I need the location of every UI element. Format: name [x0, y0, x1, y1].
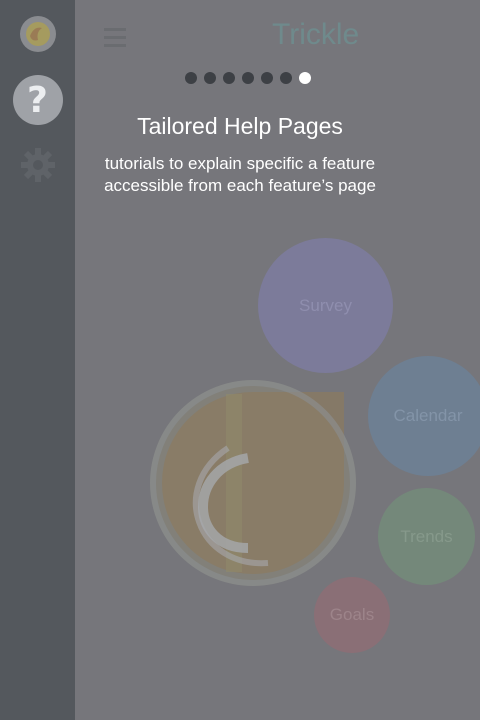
question-mark-icon: ? [27, 79, 48, 121]
feature-label: Goals [329, 605, 375, 624]
gear-icon[interactable] [18, 145, 58, 185]
page-dot[interactable] [280, 72, 292, 84]
page-dot[interactable] [204, 72, 216, 84]
page-dot[interactable] [242, 72, 254, 84]
feature-label: Calendar [393, 406, 463, 425]
trickle-logo-icon[interactable] [19, 16, 56, 52]
hamburger-menu-icon[interactable] [104, 28, 126, 48]
side-drawer: ? [0, 0, 75, 720]
page-dot[interactable] [223, 72, 235, 84]
help-button[interactable]: ? [12, 75, 63, 125]
page-indicator [185, 72, 311, 84]
page-dot[interactable] [185, 72, 197, 84]
trickle-logo-icon [150, 380, 356, 586]
feature-bubble-trends[interactable]: Trends [378, 488, 475, 585]
onboarding-description: tutorials to explain specific a feature … [104, 154, 376, 195]
onboarding-title: Tailored Help Pages [137, 113, 343, 139]
feature-bubble-survey[interactable]: Survey [258, 238, 393, 373]
app-title: Trickle [272, 18, 360, 51]
feature-label: Trends [400, 526, 453, 546]
feature-bubble-calendar[interactable]: Calendar [368, 356, 480, 476]
feature-label: Survey [299, 295, 352, 315]
page-dot-active[interactable] [299, 72, 311, 84]
page-dot[interactable] [261, 72, 273, 84]
feature-bubble-goals[interactable]: Goals [314, 577, 390, 653]
